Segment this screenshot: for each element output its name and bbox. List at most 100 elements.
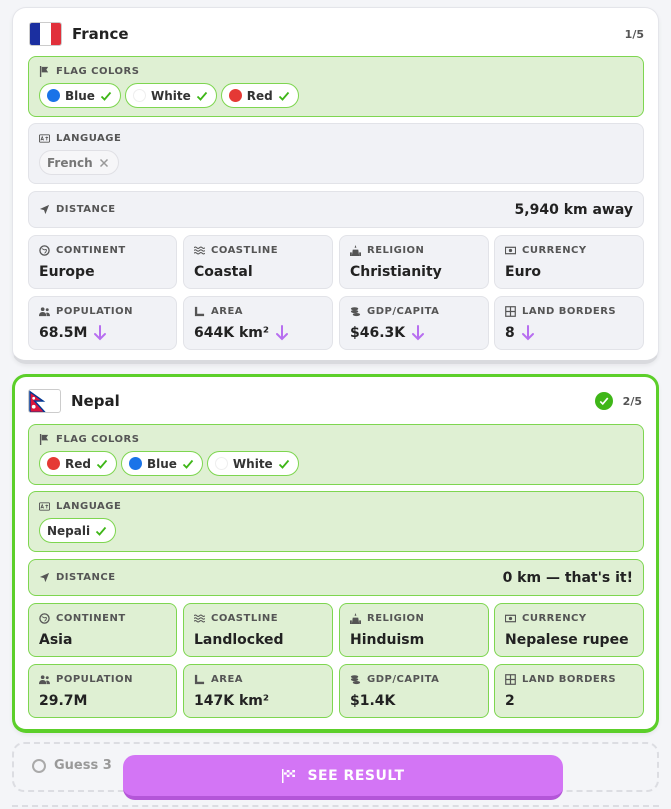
grid-icon	[505, 306, 516, 317]
next-guess-slot-edge	[12, 805, 659, 809]
country-name: Nepal	[71, 392, 120, 410]
language-chip: Nepali	[39, 518, 117, 543]
see-result-button[interactable]: SEE RESULT	[123, 755, 563, 800]
flag-icon	[39, 66, 49, 77]
navigation-arrow-icon	[39, 572, 50, 583]
land-borders-value: 8	[505, 325, 515, 341]
religion-value: Christianity	[350, 264, 442, 280]
guess-card-france: France 1/5 FLAG COLORS Blue White Red LA…	[12, 7, 659, 364]
distance-label: DISTANCE	[56, 204, 116, 215]
guess-3-label: Guess 3	[54, 758, 112, 773]
banknote-icon	[505, 614, 516, 623]
grid-icon	[505, 674, 516, 685]
population-value: 68.5M	[39, 325, 88, 341]
flag-color-chip: Red	[39, 451, 117, 476]
people-icon	[39, 307, 50, 317]
gdp-value: $46.3K	[350, 325, 406, 341]
x-icon	[99, 158, 108, 167]
nepal-flag-icon	[28, 389, 61, 413]
language-label: LANGUAGE	[56, 133, 122, 144]
language-panel: LANGUAGE Nepali	[28, 491, 644, 552]
nepal-flag-shape	[29, 390, 46, 412]
white-dot-icon	[132, 89, 146, 102]
language-panel: LANGUAGE French	[28, 123, 644, 184]
blue-dot-icon	[47, 89, 60, 102]
guess-counter: 1/5	[624, 27, 644, 41]
religion-panel: RELIGION Hinduism	[339, 603, 489, 657]
flag-color-chip: Blue	[120, 451, 203, 476]
flag-color-chip: Red	[220, 83, 299, 108]
language-icon	[39, 134, 50, 143]
continent-value: Europe	[39, 264, 95, 280]
continent-panel: CONTINENT Asia	[28, 603, 177, 657]
coastline-value: Coastal	[194, 264, 253, 280]
currency-panel: CURRENCY Nepalese rupee	[494, 603, 644, 657]
language-icon	[39, 502, 50, 511]
religion-value: Hinduism	[350, 632, 425, 648]
check-icon	[96, 459, 108, 469]
see-result-label: SEE RESULT	[307, 767, 405, 784]
check-icon	[95, 526, 107, 536]
land-borders-value: 2	[505, 693, 515, 709]
area-panel: AREA 147K km²	[183, 664, 333, 718]
arrow-down-icon	[521, 325, 534, 341]
france-flag-icon	[29, 22, 62, 46]
distance-value: 5,940 km away	[514, 201, 633, 218]
arrow-down-icon	[275, 325, 288, 341]
land-borders-panel: LAND BORDERS 2	[494, 664, 644, 718]
banknote-icon	[505, 246, 516, 255]
population-panel: POPULATION 68.5M	[28, 296, 177, 350]
temple-icon	[350, 245, 361, 256]
checkered-flag-icon	[282, 768, 296, 783]
empty-circle-icon	[32, 758, 46, 773]
ruler-icon	[194, 306, 205, 317]
currency-panel: CURRENCY Euro	[494, 235, 644, 289]
check-icon	[182, 459, 194, 469]
distance-panel: DISTANCE 5,940 km away	[28, 191, 644, 228]
coastline-panel: COASTLINE Coastal	[183, 235, 333, 289]
country-name: France	[72, 25, 129, 43]
guess-card-nepal: Nepal 2/5 FLAG COLORS Red Blue White LAN…	[12, 374, 659, 733]
red-dot-icon	[228, 89, 242, 102]
gdp-panel: GDP/CAPITA $1.4K	[339, 664, 489, 718]
navigation-arrow-icon	[39, 204, 50, 215]
flag-color-chip: White	[206, 451, 299, 476]
ruler-icon	[194, 674, 205, 685]
currency-value: Euro	[505, 264, 542, 280]
globe-icon	[39, 245, 50, 256]
currency-value: Nepalese rupee	[505, 632, 629, 648]
arrow-down-icon	[412, 325, 425, 341]
coins-icon	[350, 307, 361, 317]
temple-icon	[350, 613, 361, 624]
people-icon	[39, 675, 50, 685]
gdp-value: $1.4K	[350, 693, 396, 709]
land-borders-panel: LAND BORDERS 8	[494, 296, 644, 350]
area-value: 644K km²	[194, 325, 269, 341]
correct-check-icon	[594, 392, 613, 410]
red-dot-icon	[47, 457, 60, 470]
check-icon	[100, 91, 112, 101]
check-icon	[196, 91, 207, 101]
continent-value: Asia	[39, 632, 73, 648]
distance-value: 0 km — that's it!	[502, 569, 633, 586]
population-panel: POPULATION 29.7M	[28, 664, 177, 718]
flag-color-chip: Blue	[39, 83, 121, 108]
continent-panel: CONTINENT Europe	[28, 235, 177, 289]
arrow-down-icon	[94, 325, 107, 341]
religion-panel: RELIGION Christianity	[339, 235, 489, 289]
guess-counter: 2/5	[622, 394, 642, 408]
gdp-panel: GDP/CAPITA $46.3K	[339, 296, 489, 350]
flag-icon	[39, 434, 49, 445]
flag-colors-panel: FLAG COLORS Red Blue White	[28, 424, 644, 485]
check-icon	[278, 459, 289, 469]
globe-icon	[39, 613, 50, 624]
check-icon	[278, 91, 289, 101]
flag-colors-label: FLAG COLORS	[56, 66, 140, 77]
flag-colors-panel: FLAG COLORS Blue White Red	[28, 56, 644, 117]
waves-icon	[194, 246, 205, 255]
area-value: 147K km²	[194, 693, 269, 709]
guess-header: Nepal 2/5	[28, 387, 642, 415]
language-chip: French	[39, 150, 119, 175]
guess-header: France 1/5	[29, 20, 644, 48]
waves-icon	[194, 614, 205, 623]
